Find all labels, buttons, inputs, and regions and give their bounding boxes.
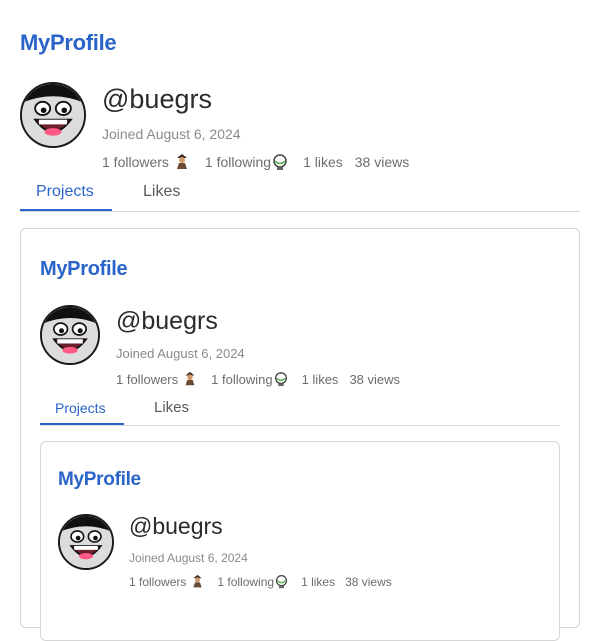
joined-date: Joined August 6, 2024 <box>116 346 245 361</box>
profile-avatar <box>20 82 86 148</box>
tab-projects[interactable]: Projects <box>55 400 106 416</box>
following-avatar-icon[interactable] <box>274 574 289 589</box>
profile-stats: 1 followers 1 following 1 likes 38 views <box>116 370 400 388</box>
brand-title[interactable]: MyProfile <box>20 30 117 56</box>
profile-avatar <box>58 514 114 570</box>
following-avatar-icon[interactable] <box>273 371 289 387</box>
tabs-divider <box>40 425 560 426</box>
tab-likes[interactable]: Likes <box>154 399 189 416</box>
following-count[interactable]: 1 following <box>205 154 271 170</box>
views-count: 38 views <box>349 371 401 387</box>
joined-date: Joined August 6, 2024 <box>129 551 248 565</box>
follower-avatar-icon[interactable] <box>190 574 205 589</box>
grinning-face-avatar-icon <box>22 84 84 146</box>
views-count: 38 views <box>354 154 410 170</box>
profile-handle: @buegrs <box>116 307 218 335</box>
views-count: 38 views <box>345 574 392 589</box>
profile-stats: 1 followers 1 following 1 likes 38 views <box>129 573 392 590</box>
profile-handle: @buegrs <box>102 84 212 114</box>
grinning-face-avatar-icon <box>42 307 98 363</box>
likes-count: 1 likes <box>301 371 339 387</box>
profile-stats: 1 followers 1 following 1 likes 38 views <box>102 152 409 172</box>
profile-handle: @buegrs <box>129 513 223 539</box>
tab-likes[interactable]: Likes <box>143 183 180 201</box>
brand-title[interactable]: MyProfile <box>58 469 141 491</box>
profile-avatar <box>40 305 100 365</box>
following-count[interactable]: 1 following <box>217 575 274 589</box>
tab-projects[interactable]: Projects <box>36 183 94 201</box>
likes-count: 1 likes <box>303 154 343 170</box>
follower-avatar-icon[interactable] <box>182 371 198 387</box>
followers-count[interactable]: 1 followers <box>129 575 186 589</box>
tabs-divider <box>20 211 580 212</box>
following-count[interactable]: 1 following <box>211 372 272 387</box>
brand-title[interactable]: MyProfile <box>40 258 128 281</box>
likes-count: 1 likes <box>301 574 336 589</box>
followers-count[interactable]: 1 followers <box>102 154 169 170</box>
grinning-face-avatar-icon <box>60 516 112 568</box>
following-avatar-icon[interactable] <box>271 153 289 171</box>
joined-date: Joined August 6, 2024 <box>102 126 241 142</box>
followers-count[interactable]: 1 followers <box>116 372 178 387</box>
follower-avatar-icon[interactable] <box>173 153 191 171</box>
